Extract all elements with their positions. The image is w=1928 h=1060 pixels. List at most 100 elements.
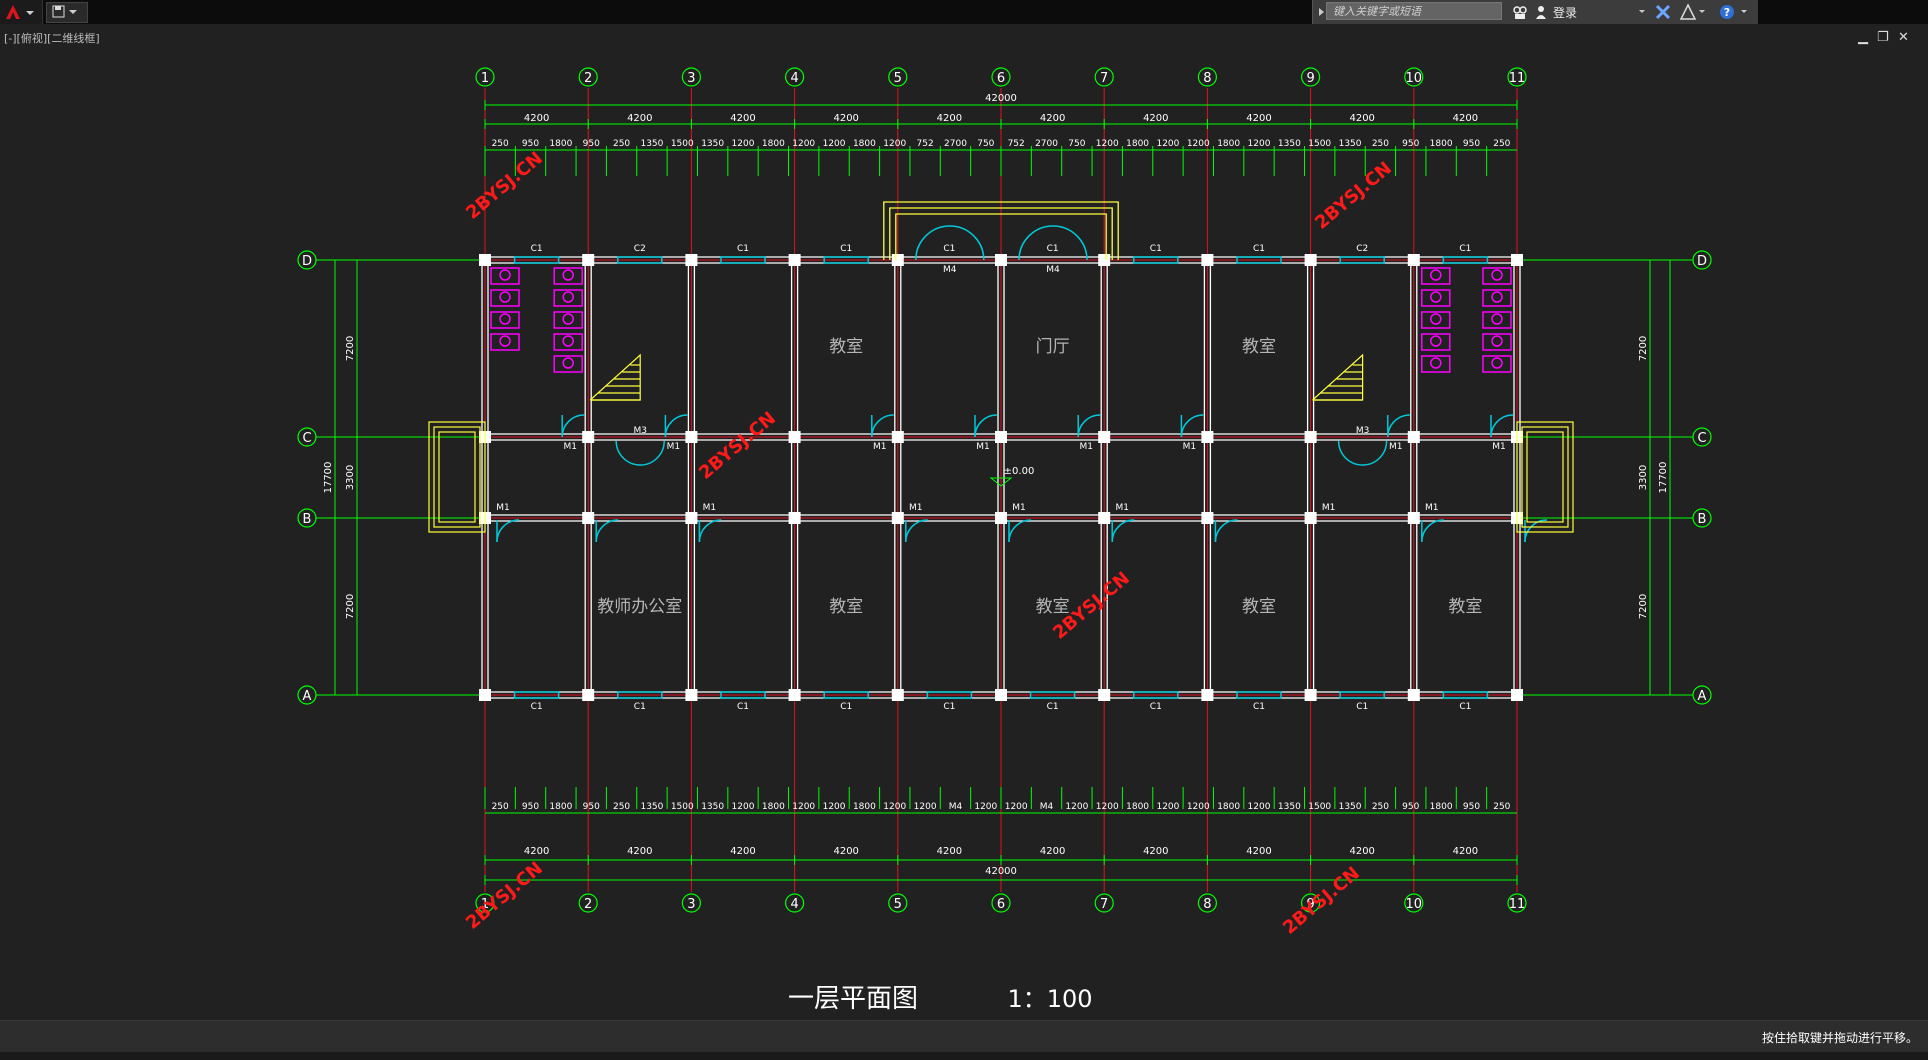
- dimension-detail-label: 1800: [762, 139, 785, 149]
- dimension-detail-label: 1800: [853, 802, 876, 812]
- dimension-detail-label: 1500: [671, 139, 694, 149]
- dimension-detail-label: 1500: [1308, 139, 1331, 149]
- dimension-detail-label: 750: [977, 139, 994, 149]
- drawing-title: 一层平面图: [788, 984, 918, 1014]
- toilet-fixture: [562, 357, 574, 369]
- grid-bubble-label: D: [1697, 254, 1707, 269]
- room-label: 教师办公室: [597, 597, 682, 617]
- structural-column: [582, 512, 595, 524]
- dimension-bay-label: 4200: [730, 846, 755, 857]
- door-tag: M4: [943, 265, 957, 275]
- dimension-bay-label: 4200: [1246, 113, 1271, 124]
- grid-bubble-label: 7: [1100, 71, 1108, 86]
- dimension-detail-label: 950: [1402, 139, 1419, 149]
- staircase: [1312, 353, 1364, 401]
- door-tag: M1: [1012, 503, 1026, 513]
- toilet-fixture: [1491, 269, 1503, 281]
- window-tag: C1: [1150, 244, 1162, 254]
- window-tag: C1: [840, 702, 852, 712]
- dimension-bay-label: 4200: [1349, 113, 1374, 124]
- dimension-detail-label: 1500: [671, 802, 694, 812]
- dimension-total-label: 42000: [985, 866, 1017, 877]
- structural-column: [995, 689, 1007, 701]
- door-tag: M1: [1079, 442, 1093, 452]
- step-outline: [1521, 426, 1569, 528]
- dimension-detail-label: 1200: [974, 802, 997, 812]
- structural-column: [582, 689, 595, 701]
- structural-column: [995, 431, 1007, 443]
- dimension-bay-label: 4200: [1453, 846, 1478, 857]
- toilet-fixture: [1430, 357, 1442, 369]
- door-tag: M1: [909, 503, 923, 513]
- toilet-fixture: [1491, 313, 1503, 325]
- elevation-label: ±0.00: [1004, 466, 1035, 477]
- application-menu-button[interactable]: [0, 0, 43, 24]
- dimension-detail-label: 950: [522, 802, 539, 812]
- window-tag: C1: [1253, 702, 1265, 712]
- dimension-detail-label: 1200: [823, 802, 846, 812]
- room-label: 教室: [829, 597, 863, 617]
- dimension-detail-label: 1200: [823, 139, 846, 149]
- window-tag: C1: [1459, 244, 1471, 254]
- quick-access-toolbar-button[interactable]: [46, 2, 88, 23]
- login-label[interactable]: 登录: [1553, 4, 1577, 21]
- structural-column: [995, 512, 1007, 524]
- dimension-detail-label: 1800: [549, 802, 572, 812]
- grid-bubble-label: 6: [997, 71, 1005, 86]
- structural-column: [685, 431, 698, 443]
- window-tag: C1: [1356, 702, 1368, 712]
- toilet-fixture: [1430, 335, 1442, 347]
- watermark-text: 2BYSJ.CN: [462, 148, 547, 224]
- structural-column: [891, 431, 904, 443]
- toilet-fixture: [499, 335, 511, 347]
- toilet-fixture: [562, 313, 574, 325]
- dimension-bay-label: 4200: [1349, 846, 1374, 857]
- door-swing: [595, 519, 619, 543]
- step-outline: [438, 431, 476, 523]
- structural-column: [582, 431, 595, 443]
- window-tag: C1: [737, 702, 749, 712]
- search-input[interactable]: [1326, 2, 1502, 20]
- dimension-bay-label: 4200: [524, 846, 549, 857]
- dimension-detail-label: 1200: [792, 139, 815, 149]
- side-entrance-steps: [1516, 421, 1574, 533]
- room-label: 教室: [1242, 337, 1276, 357]
- window-tag: C2: [634, 244, 646, 254]
- toilet-fixture: [1430, 291, 1442, 303]
- autocad-logo-icon: [6, 5, 34, 19]
- grid-bubble-label: 3: [687, 897, 695, 912]
- toilet-fixture: [1430, 313, 1442, 325]
- structural-column: [1201, 512, 1214, 524]
- door-tag: M1: [496, 503, 510, 513]
- structural-column: [685, 254, 698, 266]
- structural-column: [1098, 431, 1111, 443]
- window-tag: C1: [1253, 244, 1265, 254]
- dimension-detail-label: 1350: [1278, 139, 1301, 149]
- grid-bubble-label: C: [1697, 431, 1706, 446]
- grid-bubble-label: B: [1698, 512, 1707, 527]
- dimension-detail-label: M4: [949, 802, 963, 812]
- dimension-detail-label: 950: [583, 139, 600, 149]
- grid-bubble-label: 3: [687, 71, 695, 86]
- dimension-detail-label: 2700: [1035, 139, 1058, 149]
- structural-column: [891, 254, 904, 266]
- dimension-detail-label: 1200: [1156, 139, 1179, 149]
- toilet-fixture: [1430, 269, 1442, 281]
- dimension-detail-label: 752: [1008, 139, 1025, 149]
- dimension-detail-label: 1200: [1156, 802, 1179, 812]
- dimension-detail-label: 1200: [732, 139, 755, 149]
- dimension-vertical-label: 3300: [345, 465, 356, 490]
- grid-bubble-label: 6: [997, 897, 1005, 912]
- door-swing: [698, 519, 722, 543]
- dimension-detail-label: 1800: [762, 802, 785, 812]
- dimension-detail-label: 250: [1493, 802, 1510, 812]
- grid-bubble-label: 8: [1203, 71, 1211, 86]
- structural-column: [1407, 254, 1420, 266]
- grid-bubble-label: 2: [584, 71, 592, 86]
- structural-column: [1304, 512, 1317, 524]
- structural-column: [788, 689, 801, 701]
- door-swing: [496, 519, 520, 543]
- grid-bubble-label: 8: [1203, 897, 1211, 912]
- drawing-scale: 1：100: [1007, 985, 1092, 1013]
- grid-bubble-label: A: [303, 689, 312, 704]
